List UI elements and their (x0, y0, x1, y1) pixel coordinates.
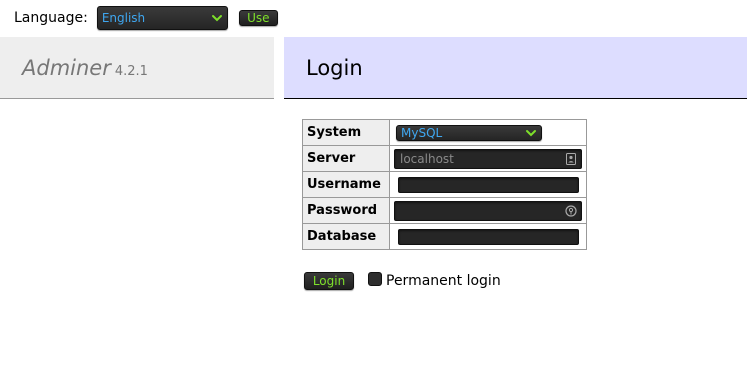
system-select[interactable]: MySQL (396, 125, 542, 141)
language-select[interactable]: English (96, 6, 228, 30)
app-brand[interactable]: Adminer 4.2.1 (22, 56, 148, 80)
server-input-value: localhost (400, 152, 454, 166)
password-input[interactable] (394, 201, 582, 221)
password-row: Password (302, 197, 587, 224)
system-label: System (302, 119, 390, 146)
language-bar: Language: English Use (14, 6, 278, 30)
system-row: System MySQL (302, 119, 587, 146)
sidebar-header: Adminer 4.2.1 (0, 37, 274, 99)
app-name[interactable]: Adminer (22, 56, 111, 80)
use-button[interactable]: Use (238, 10, 278, 26)
login-button[interactable]: Login (304, 272, 354, 290)
app-version: 4.2.1 (114, 64, 148, 79)
language-select-value: English (101, 11, 146, 25)
chevron-down-icon (526, 130, 536, 137)
username-label: Username (302, 171, 390, 198)
contact-card-icon[interactable] (565, 153, 577, 165)
content-header: Login (284, 37, 747, 99)
page-title: Login (306, 56, 363, 80)
language-label: Language: (14, 10, 88, 26)
password-label: Password (302, 197, 390, 224)
form-actions: Login Permanent login (304, 272, 501, 290)
username-row: Username (302, 171, 587, 198)
server-label: Server (302, 145, 390, 172)
username-input[interactable] (398, 177, 579, 193)
permanent-login-checkbox[interactable] (368, 272, 382, 286)
chevron-down-icon (211, 15, 222, 22)
permanent-login-label[interactable]: Permanent login (386, 273, 501, 289)
database-label: Database (302, 223, 390, 250)
key-icon[interactable] (565, 205, 577, 217)
database-row: Database (302, 223, 587, 250)
database-input[interactable] (398, 229, 579, 245)
server-input[interactable]: localhost (394, 149, 582, 169)
server-row: Server localhost (302, 145, 587, 172)
system-select-value: MySQL (401, 126, 443, 140)
login-form-table: System MySQL Server localhost Username P… (302, 119, 587, 250)
